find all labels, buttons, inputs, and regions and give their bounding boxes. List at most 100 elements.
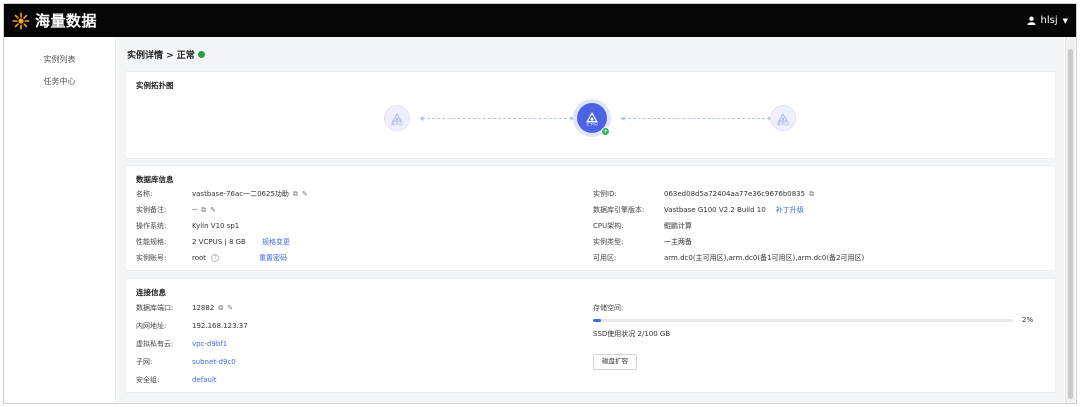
field-value: 鲲鹏计算 bbox=[664, 222, 692, 230]
expand-disk-button[interactable]: 磁盘扩容 bbox=[593, 354, 637, 370]
sidebar-item-task-center[interactable]: 任务中心 bbox=[4, 71, 115, 93]
field-label: 内网地址: bbox=[136, 322, 167, 330]
vpc-link[interactable]: vpc-d9bf1 bbox=[192, 340, 227, 348]
conn-row-vpc: 虚拟私有云: vpc-d9bf1 bbox=[136, 339, 227, 349]
info-row-engine-version: 数据库引擎版本: Vastbase G100 V2.2 Build 10 补丁升… bbox=[593, 205, 804, 215]
chevron-down-icon: ▼ bbox=[1062, 16, 1068, 25]
field-label: 实例账号: bbox=[136, 254, 167, 262]
logo-icon bbox=[12, 12, 30, 29]
info-row-instance-id: 实例ID: 063ed08d5a72404aa77e36c9676b0835 ⧉ bbox=[593, 189, 814, 199]
edit-icon[interactable]: ✎ bbox=[302, 190, 308, 198]
field-label: 名称: bbox=[136, 190, 153, 198]
topology-card: 实例拓扑图 备节点 ◀ ▶ 主节点 + ◀ ▶ 备节点 bbox=[125, 71, 1056, 159]
field-label: 存储空间: bbox=[593, 304, 624, 312]
info-row-spec: 性能规格: 2 VCPUS | 8 GB 规格变更 bbox=[136, 237, 290, 247]
field-label: 子网: bbox=[136, 358, 153, 366]
top-navigation-bar: 海量数据 hlsj ▼ bbox=[4, 4, 1076, 37]
link-left: ◀ ▶ bbox=[419, 115, 575, 122]
field-label: CPU架构: bbox=[593, 222, 624, 230]
field-value: 192.168.123.37 bbox=[192, 322, 248, 330]
info-row-remark: 实例备注: -- ⧉ ✎ bbox=[136, 205, 216, 215]
primary-node[interactable]: 主节点 + bbox=[577, 103, 610, 136]
sidebar-item-instance-list[interactable]: 实例列表 bbox=[4, 49, 115, 71]
field-label: 可用区: bbox=[593, 254, 617, 262]
connection-info-card: 连接信息 数据库端口: 12882 ⧉ ✎ 内网地址: 192.168.123.… bbox=[125, 278, 1056, 393]
node-label: 备节点 bbox=[391, 121, 403, 126]
change-spec-link[interactable]: 规格变更 bbox=[262, 237, 290, 247]
copy-icon[interactable]: ⧉ bbox=[809, 190, 814, 199]
field-value: -- bbox=[192, 206, 198, 214]
conn-row-security-group: 安全组: default bbox=[136, 375, 217, 385]
storage-status-text: SSD使用状况 2/100 GB bbox=[593, 330, 671, 338]
field-value: arm.dc0(主可用区),arm.dc0(备1可用区),arm.dc0(备2可… bbox=[664, 254, 865, 262]
connection-info-title: 连接信息 bbox=[136, 288, 166, 297]
field-value: 一主两备 bbox=[664, 238, 692, 246]
user-menu[interactable]: hlsj ▼ bbox=[1026, 15, 1068, 26]
info-row-cpu-arch: CPU架构: 鲲鹏计算 bbox=[593, 221, 692, 231]
breadcrumb: 实例详情 > 正常 bbox=[127, 48, 205, 61]
field-label: 数据库端口: bbox=[136, 304, 174, 312]
subnet-link[interactable]: subnet-d9c0 bbox=[192, 358, 236, 366]
node-label: 备节点 bbox=[777, 121, 789, 126]
info-row-instance-type: 实例类型: 一主两备 bbox=[593, 237, 692, 247]
field-label: 虚拟私有云: bbox=[136, 340, 174, 348]
copy-icon[interactable]: ⧉ bbox=[293, 190, 298, 199]
node-label: 主节点 bbox=[586, 121, 598, 126]
info-row-account: 实例账号: root ? 重置密码 bbox=[136, 253, 287, 263]
field-value: root bbox=[192, 254, 207, 262]
field-value: 2 VCPUS | 8 GB bbox=[192, 238, 246, 246]
breadcrumb-text: 实例详情 > 正常 bbox=[127, 51, 195, 61]
field-value: vastbase-76ac一二0625功助 bbox=[192, 190, 289, 198]
copy-icon[interactable]: ⧉ bbox=[218, 304, 223, 313]
storage-percent-text: 2% bbox=[1022, 316, 1034, 324]
field-value: 12882 bbox=[192, 304, 215, 312]
brand-name: 海量数据 bbox=[35, 12, 98, 30]
field-value: 063ed08d5a72404aa77e36c9676b0835 bbox=[664, 190, 806, 198]
storage-status: SSD使用状况 2/100 GB bbox=[593, 329, 670, 339]
info-row-os: 操作系统: Kylin V10 sp1 bbox=[136, 221, 239, 231]
standby-node-2[interactable]: 备节点 bbox=[770, 105, 796, 131]
scrollbar-thumb[interactable] bbox=[1068, 49, 1073, 399]
field-value: Vastbase G100 V2.2 Build 10 bbox=[664, 206, 766, 214]
security-group-link[interactable]: default bbox=[192, 376, 217, 384]
field-label: 实例类型: bbox=[593, 238, 624, 246]
copy-icon[interactable]: ⧉ bbox=[201, 206, 206, 215]
conn-row-subnet: 子网: subnet-d9c0 bbox=[136, 357, 236, 367]
link-right: ◀ ▶ bbox=[620, 115, 773, 122]
help-icon[interactable]: ? bbox=[211, 254, 220, 262]
patch-upgrade-link[interactable]: 补丁升级 bbox=[776, 205, 804, 215]
field-label: 安全组: bbox=[136, 376, 160, 384]
info-row-availability-zone: 可用区: arm.dc0(主可用区),arm.dc0(备1可用区),arm.dc… bbox=[593, 253, 864, 263]
field-label: 数据库引擎版本: bbox=[593, 206, 645, 214]
edit-icon[interactable]: ✎ bbox=[210, 206, 216, 214]
status-ok-icon bbox=[197, 51, 205, 58]
user-name: hlsj bbox=[1040, 15, 1058, 26]
database-info-card: 数据库信息 名称: vastbase-76ac一二0625功助 ⧉ ✎ 实例备注… bbox=[125, 165, 1056, 271]
brand[interactable]: 海量数据 bbox=[12, 10, 97, 31]
topology-title: 实例拓扑图 bbox=[136, 81, 174, 90]
field-label: 实例ID: bbox=[593, 190, 617, 198]
field-label: 操作系统: bbox=[136, 222, 167, 230]
field-value: Kylin V10 sp1 bbox=[192, 222, 240, 230]
vertical-scrollbar[interactable] bbox=[1065, 37, 1075, 403]
arrow-left-icon: ◀ bbox=[620, 115, 625, 122]
field-label: 实例备注: bbox=[136, 206, 167, 214]
field-label: 性能规格: bbox=[136, 238, 167, 246]
database-info-title: 数据库信息 bbox=[136, 175, 174, 184]
arrow-right-icon: ▶ bbox=[570, 115, 575, 122]
storage-progress-bar bbox=[593, 319, 1013, 322]
storage-percent: 2% bbox=[1022, 316, 1033, 324]
user-icon bbox=[1026, 16, 1036, 25]
main-content: 实例详情 > 正常 实例拓扑图 备节点 ◀ ▶ 主节点 + ◀ ▶ bbox=[117, 37, 1064, 403]
app-window: 海量数据 hlsj ▼ 实例列表 任务中心 实例详情 > 正常 实例拓扑图 备节… bbox=[3, 3, 1077, 404]
add-icon[interactable]: + bbox=[601, 127, 610, 136]
standby-node-1[interactable]: 备节点 bbox=[384, 105, 410, 131]
reset-password-link[interactable]: 重置密码 bbox=[259, 253, 287, 263]
storage-progress-fill bbox=[593, 319, 602, 322]
arrow-left-icon: ◀ bbox=[419, 115, 424, 122]
info-row-name: 名称: vastbase-76ac一二0625功助 ⧉ ✎ bbox=[136, 189, 308, 199]
edit-icon[interactable]: ✎ bbox=[227, 304, 233, 312]
conn-row-port: 数据库端口: 12882 ⧉ ✎ bbox=[136, 303, 233, 313]
storage-label: 存储空间: bbox=[593, 303, 623, 313]
conn-row-private-address: 内网地址: 192.168.123.37 bbox=[136, 321, 248, 331]
